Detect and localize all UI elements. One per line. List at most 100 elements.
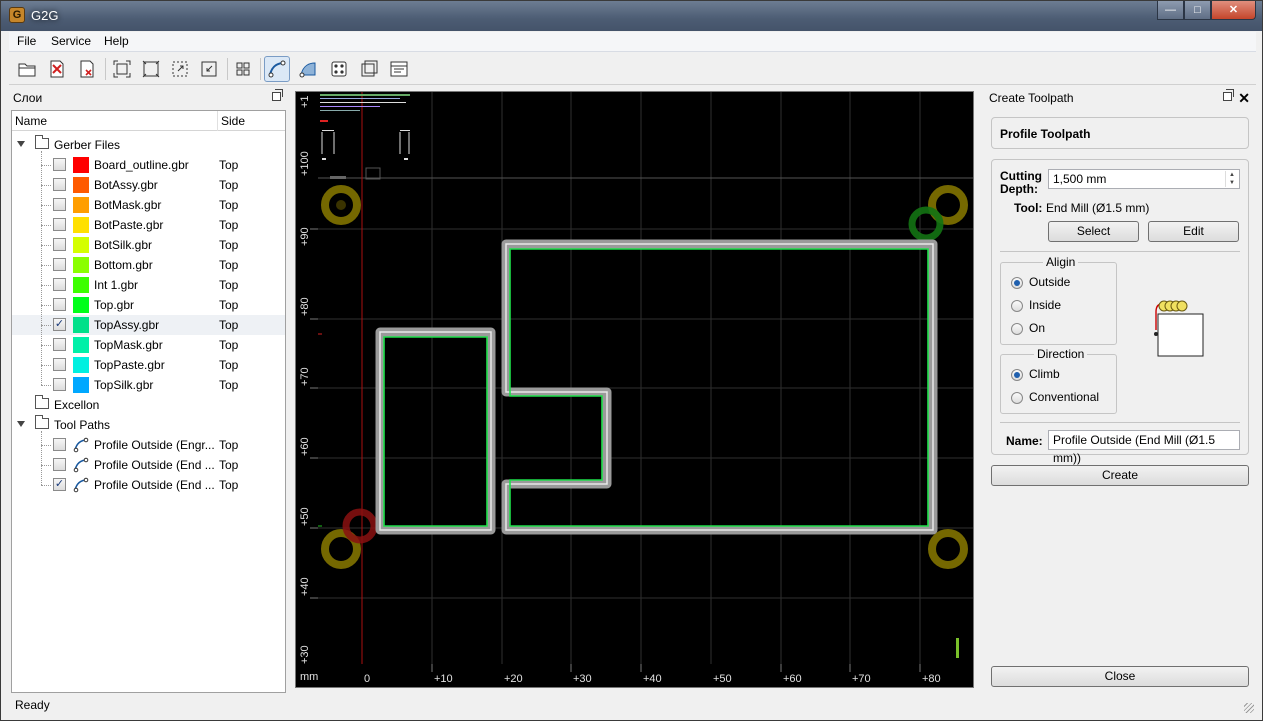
menu-help[interactable]: Help (104, 34, 129, 48)
layer-row[interactable]: ✓ TopAssy.gbr Top (12, 315, 285, 335)
layer-color-swatch[interactable] (73, 297, 89, 313)
zoom-fit-icon[interactable] (109, 56, 135, 82)
layer-name: TopPaste.gbr (94, 358, 165, 372)
layer-row[interactable]: Int 1.gbr Top (12, 275, 285, 295)
layer-row[interactable]: TopSilk.gbr Top (12, 375, 285, 395)
layer-color-swatch[interactable] (73, 177, 89, 193)
layer-color-swatch[interactable] (73, 197, 89, 213)
layer-color-swatch[interactable] (73, 157, 89, 173)
layer-color-swatch[interactable] (73, 317, 89, 333)
layer-row[interactable]: BotSilk.gbr Top (12, 235, 285, 255)
open-pdf-icon[interactable] (44, 56, 70, 82)
zoom-out-icon[interactable] (196, 56, 222, 82)
drill-toolpath-icon[interactable] (326, 56, 352, 82)
visibility-checkbox[interactable]: ✓ (53, 478, 66, 491)
open-folder-icon[interactable] (14, 56, 40, 82)
visibility-checkbox[interactable] (53, 338, 66, 351)
layer-name: TopAssy.gbr (94, 318, 160, 332)
visibility-checkbox[interactable] (53, 278, 66, 291)
visibility-checkbox[interactable] (53, 458, 66, 471)
tree-group[interactable]: Tool Paths (12, 415, 285, 435)
direction-conventional-label[interactable]: Conventional (1029, 390, 1099, 404)
float-panel-icon[interactable] (1223, 89, 1234, 101)
select-tool-button[interactable]: Select (1048, 221, 1139, 242)
zoom-in-icon[interactable] (167, 56, 193, 82)
layer-row[interactable]: Bottom.gbr Top (12, 255, 285, 275)
board-canvas[interactable]: mm 0 +10 +20 +30 +40 +50 +60 +70 +80 +1 … (295, 91, 974, 688)
layer-color-swatch[interactable] (73, 217, 89, 233)
close-panel-icon[interactable]: ✕ (1238, 90, 1250, 107)
x-tick-label: +20 (504, 673, 523, 685)
visibility-checkbox[interactable] (53, 158, 66, 171)
tree-group-label: Excellon (54, 398, 100, 412)
direction-climb-label[interactable]: Climb (1029, 367, 1060, 381)
visibility-checkbox[interactable] (53, 238, 66, 251)
layer-row[interactable]: BotAssy.gbr Top (12, 175, 285, 195)
visibility-checkbox[interactable] (53, 218, 66, 231)
tree-group[interactable]: Excellon (12, 395, 285, 415)
visibility-checkbox[interactable] (53, 358, 66, 371)
pocket-toolpath-icon[interactable] (295, 56, 321, 82)
tool-label: Tool: (1014, 201, 1043, 215)
layer-row[interactable]: TopPaste.gbr Top (12, 355, 285, 375)
visibility-checkbox[interactable] (53, 298, 66, 311)
direction-conventional-radio[interactable] (1011, 392, 1023, 404)
visibility-checkbox[interactable]: ✓ (53, 318, 66, 331)
layer-row[interactable]: BotPaste.gbr Top (12, 215, 285, 235)
layer-color-swatch[interactable] (73, 357, 89, 373)
select-all-icon[interactable] (230, 56, 256, 82)
cutting-depth-input[interactable]: 1,500 mm ▲ ▼ (1048, 169, 1240, 189)
layer-color-swatch[interactable] (73, 257, 89, 273)
gcode-properties-icon[interactable] (386, 56, 412, 82)
visibility-checkbox[interactable] (53, 178, 66, 191)
expand-arrow-icon[interactable] (17, 141, 25, 147)
close-button[interactable]: Close (991, 666, 1249, 687)
minimize-button[interactable]: — (1157, 1, 1184, 20)
align-on-label[interactable]: On (1029, 321, 1045, 335)
close-all-icon[interactable] (74, 56, 100, 82)
y-tick-label: +70 (299, 367, 311, 386)
resize-grip-icon[interactable] (1244, 703, 1254, 713)
visibility-checkbox[interactable] (53, 258, 66, 271)
layer-color-swatch[interactable] (73, 377, 89, 393)
close-window-button[interactable]: ✕ (1211, 1, 1256, 20)
float-panel-icon[interactable] (272, 89, 283, 101)
folder-icon (35, 415, 49, 429)
create-button[interactable]: Create (991, 465, 1249, 486)
layer-row[interactable]: TopMask.gbr Top (12, 335, 285, 355)
title-bar[interactable]: G G2G — □ ✕ (1, 1, 1262, 31)
layer-row[interactable]: Board_outline.gbr Top (12, 155, 285, 175)
menu-service[interactable]: Service (51, 34, 91, 48)
expand-arrow-icon[interactable] (17, 421, 25, 427)
copper-thieving-icon[interactable] (356, 56, 382, 82)
layers-panel-title: Слои (13, 91, 43, 105)
layers-tree[interactable]: Name Side Gerber Files Board_outline.gbr T… (11, 110, 286, 693)
zoom-100-icon[interactable] (138, 56, 164, 82)
toolpath-row[interactable]: Profile Outside (Engr... Top (12, 435, 285, 455)
layer-color-swatch[interactable] (73, 237, 89, 253)
toolpath-row[interactable]: ✓ Profile Outside (End ... Top (12, 475, 285, 495)
layer-color-swatch[interactable] (73, 337, 89, 353)
layer-row[interactable]: Top.gbr Top (12, 295, 285, 315)
layer-color-swatch[interactable] (73, 277, 89, 293)
spin-arrows-icon[interactable]: ▲ ▼ (1225, 171, 1238, 187)
toolpath-name-input[interactable]: Profile Outside (End Mill (Ø1.5 mm)) (1048, 430, 1240, 465)
align-on-radio[interactable] (1011, 323, 1023, 335)
visibility-checkbox[interactable] (53, 378, 66, 391)
column-name[interactable]: Name (15, 114, 47, 128)
visibility-checkbox[interactable] (53, 198, 66, 211)
maximize-button[interactable]: □ (1184, 1, 1211, 20)
edit-tool-button[interactable]: Edit (1148, 221, 1239, 242)
profile-toolpath-icon[interactable] (264, 56, 290, 82)
menu-file[interactable]: File (17, 34, 36, 48)
toolpath-row[interactable]: Profile Outside (End ... Top (12, 455, 285, 475)
align-inside-radio[interactable] (1011, 300, 1023, 312)
tree-group[interactable]: Gerber Files (12, 135, 285, 155)
align-inside-label[interactable]: Inside (1029, 298, 1061, 312)
layer-row[interactable]: BotMask.gbr Top (12, 195, 285, 215)
column-side[interactable]: Side (221, 114, 245, 128)
visibility-checkbox[interactable] (53, 438, 66, 451)
align-outside-label[interactable]: Outside (1029, 275, 1070, 289)
direction-climb-radio[interactable] (1011, 369, 1023, 381)
align-outside-radio[interactable] (1011, 277, 1023, 289)
